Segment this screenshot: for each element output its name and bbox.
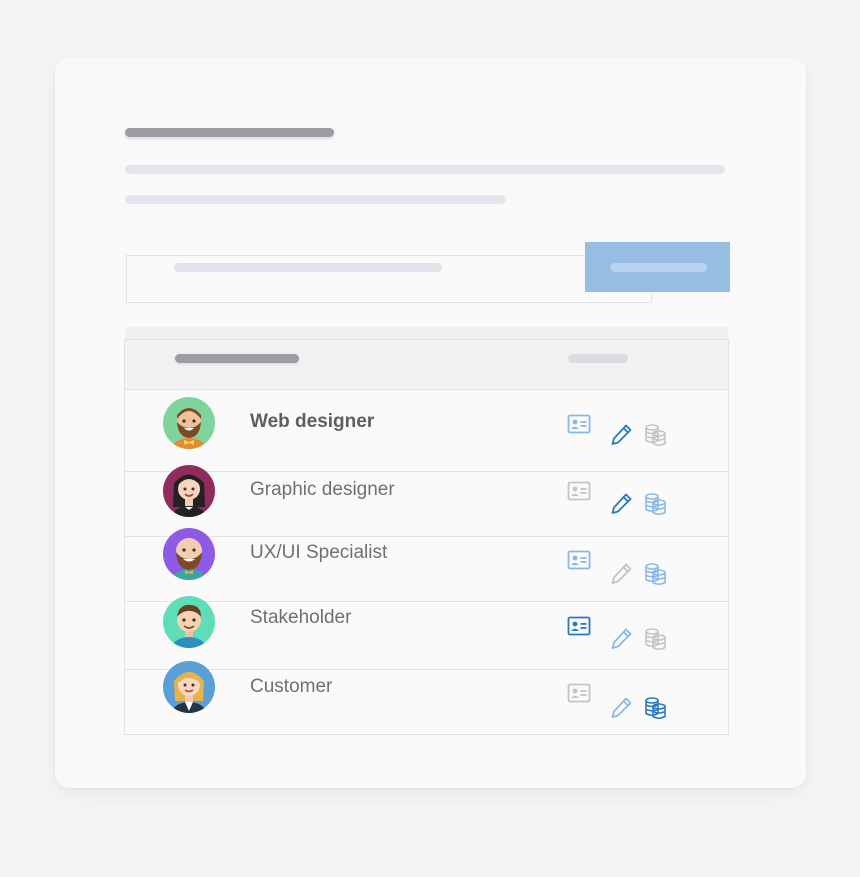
role-label: UX/UI Specialist (250, 542, 388, 563)
avatar (163, 465, 215, 517)
role-label: Graphic designer (250, 479, 395, 500)
button-label-placeholder (610, 263, 707, 272)
table-row[interactable]: Customer (125, 661, 728, 734)
avatar (163, 661, 215, 713)
permissions-column-header-placeholder (568, 354, 628, 363)
avatar (163, 397, 215, 449)
table-top-strip (125, 327, 728, 339)
search-input[interactable] (126, 255, 652, 303)
description-line-placeholder (125, 195, 506, 204)
description-line-placeholder (125, 165, 725, 174)
avatar (163, 528, 215, 580)
table-row[interactable]: Web designer (125, 390, 728, 472)
role-permissions-card: Web designer Graphic designer UX/UI Spec… (55, 58, 806, 788)
table-row[interactable]: Graphic designer (125, 465, 728, 537)
contact-card-icon[interactable] (566, 547, 592, 573)
table-header (125, 340, 728, 390)
table-row[interactable]: Stakeholder (125, 596, 728, 670)
coins-stack-icon[interactable] (642, 491, 668, 517)
pencil-icon[interactable] (608, 695, 634, 721)
contact-card-icon[interactable] (566, 680, 592, 706)
contact-card-icon[interactable] (566, 411, 592, 437)
role-column-header-placeholder (175, 354, 299, 363)
page-title-placeholder (125, 128, 334, 137)
coins-stack-icon[interactable] (642, 561, 668, 587)
role-label: Customer (250, 676, 333, 697)
pencil-icon[interactable] (608, 626, 634, 652)
coins-stack-icon[interactable] (642, 422, 668, 448)
pencil-icon[interactable] (608, 491, 634, 517)
coins-stack-icon[interactable] (642, 626, 668, 652)
pencil-icon[interactable] (608, 561, 634, 587)
search-placeholder-bar (174, 263, 442, 272)
search-button[interactable] (585, 242, 730, 292)
roles-table: Web designer Graphic designer UX/UI Spec… (124, 339, 729, 735)
avatar (163, 596, 215, 648)
table-row[interactable]: UX/UI Specialist (125, 528, 728, 602)
coins-stack-icon[interactable] (642, 695, 668, 721)
role-label: Web designer (250, 411, 375, 432)
contact-card-icon[interactable] (566, 613, 592, 639)
contact-card-icon[interactable] (566, 478, 592, 504)
pencil-icon[interactable] (608, 422, 634, 448)
role-label: Stakeholder (250, 607, 352, 628)
